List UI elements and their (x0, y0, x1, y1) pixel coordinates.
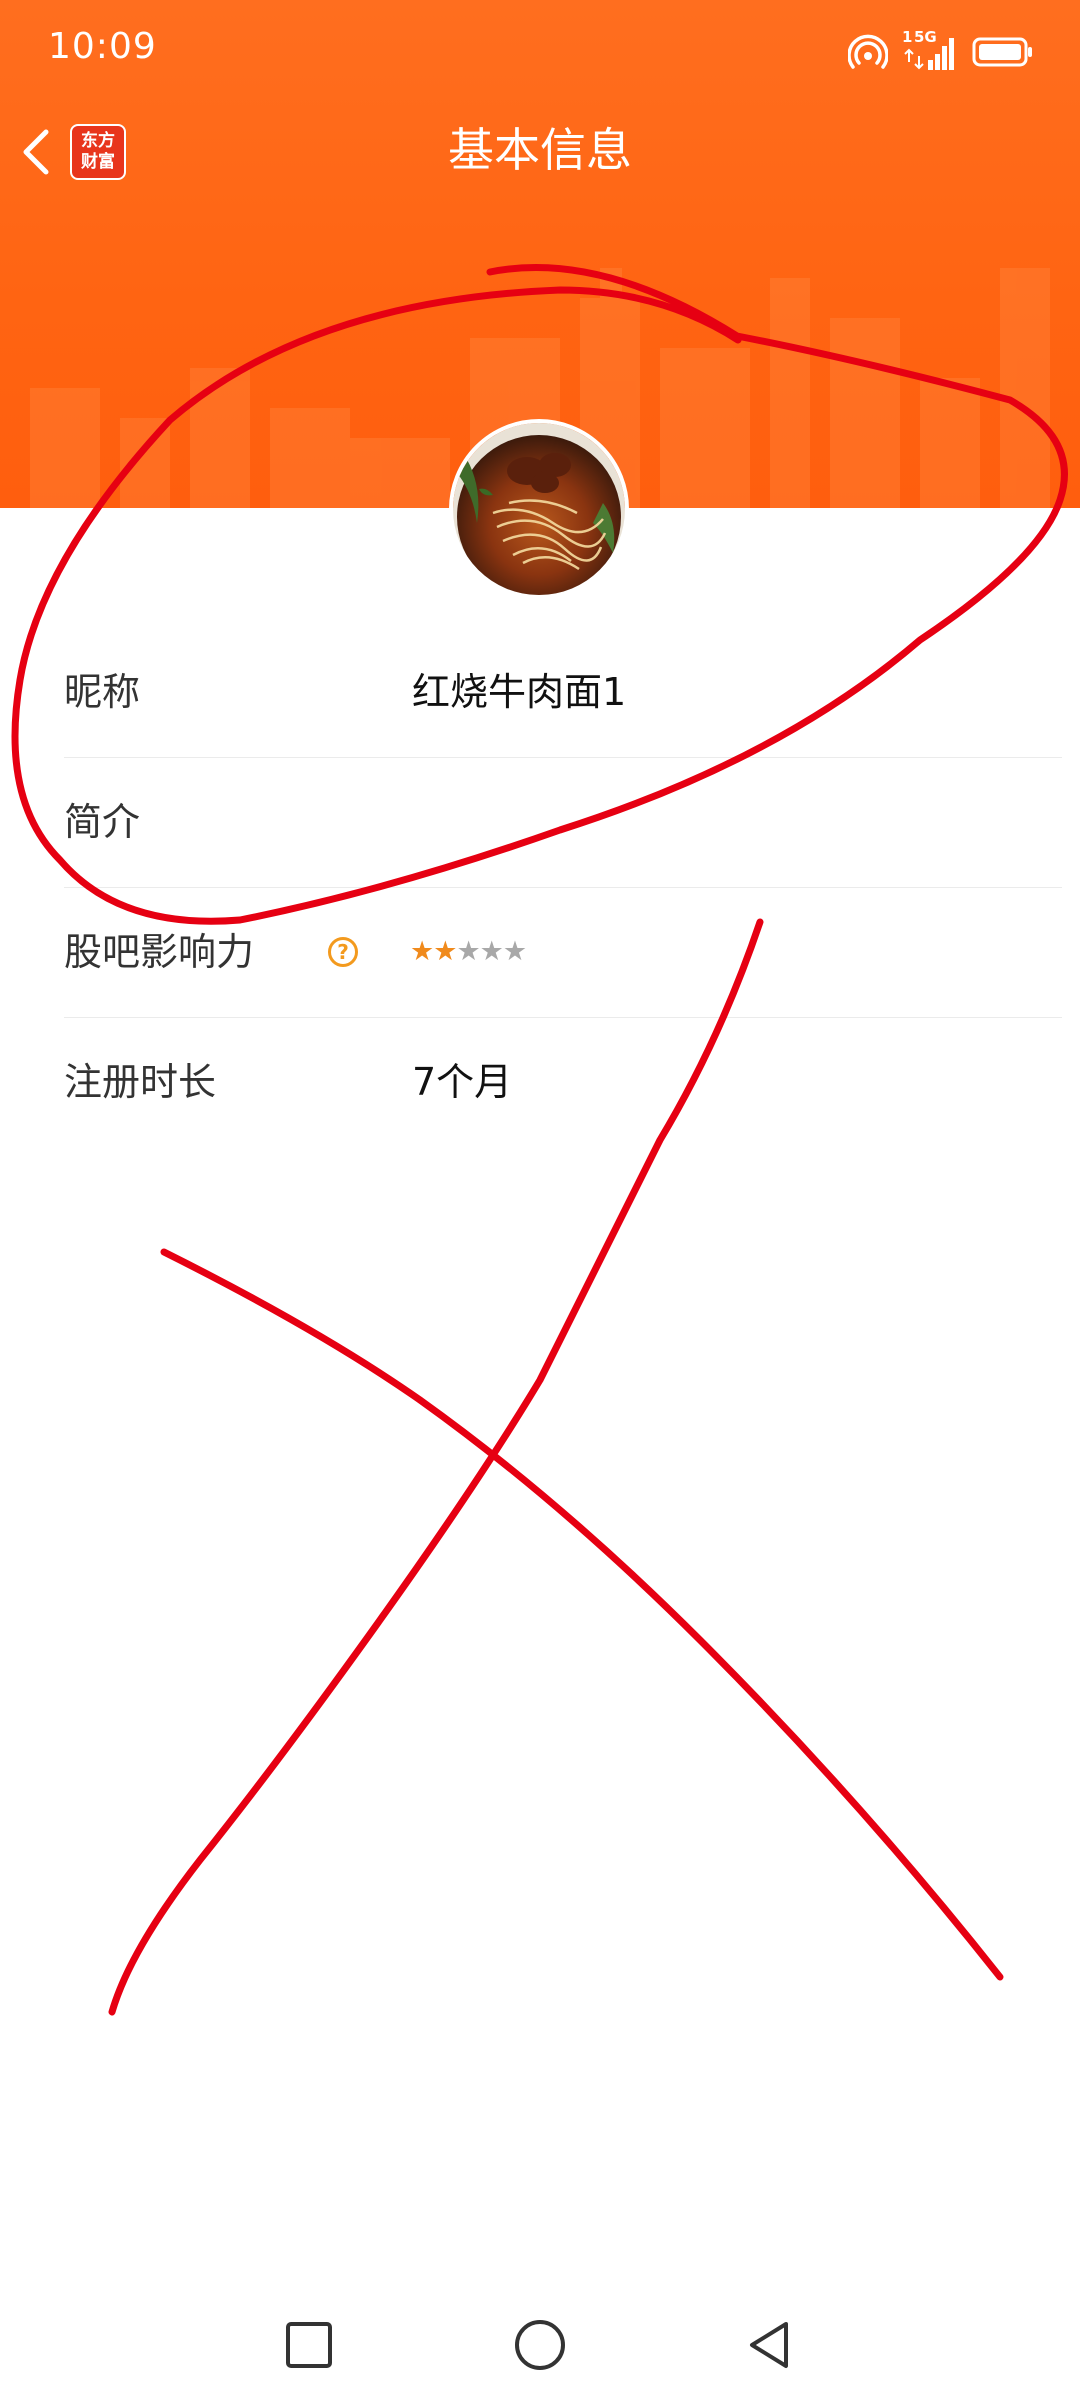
influence-label: 股吧影响力 (64, 930, 255, 974)
top-navigation-bar: 基本信息 东方 财富 (0, 100, 1080, 200)
status-bar: 10:09 1 5G (0, 0, 1080, 100)
circle-home-icon (515, 2320, 565, 2370)
triangle-back-icon (750, 2322, 788, 2368)
beef-noodle-photo (453, 423, 625, 595)
nickname-row[interactable]: 昵称 红烧牛肉面1 (64, 628, 1062, 758)
home-button[interactable] (505, 2310, 575, 2380)
star-filled-icon: ★ (410, 936, 434, 967)
profile-basic-info-page: 10:09 1 5G 基本信息 东方 财富 昵称 红烧牛肉面1 简介 股吧影响力… (0, 0, 1080, 2400)
recents-button[interactable] (274, 2310, 344, 2380)
register-duration-value: 7个月 (412, 1060, 513, 1104)
nickname-label: 昵称 (64, 670, 141, 714)
question-circle-icon[interactable]: ? (328, 937, 358, 967)
square-recents-icon (286, 2322, 332, 2368)
star-empty-icon: ★ (456, 936, 480, 967)
register-duration-label: 注册时长 (64, 1060, 217, 1104)
app-logo-line1: 东方 (81, 131, 115, 151)
annotation-cross-stroke-2 (160, 1248, 1004, 1981)
star-empty-icon: ★ (502, 936, 527, 967)
signal-icon: 1 5G (902, 28, 958, 72)
register-duration-row: 注册时长 7个月 (64, 1018, 1062, 1147)
profile-info-list: 昵称 红烧牛肉面1 简介 股吧影响力 ? ★★★★★ 注册时长 7个月 (0, 628, 1080, 1147)
star-filled-icon: ★ (433, 936, 457, 967)
avatar[interactable] (449, 419, 629, 599)
star-empty-icon: ★ (479, 936, 504, 967)
status-icons: 1 5G (848, 28, 1034, 74)
bio-label: 简介 (64, 800, 141, 844)
hotspot-icon (848, 34, 888, 69)
system-back-button[interactable] (734, 2310, 804, 2380)
bio-row[interactable]: 简介 (64, 758, 1062, 888)
status-time: 10:09 (48, 26, 157, 67)
chevron-left-icon (23, 129, 49, 175)
system-navigation-bar (0, 2290, 1080, 2400)
nickname-value: 红烧牛肉面1 (412, 670, 627, 714)
influence-star-rating: ★★★★★ (410, 888, 527, 1016)
back-button[interactable]: 东方 财富 (16, 116, 146, 188)
influence-row: 股吧影响力 ? ★★★★★ (64, 888, 1062, 1018)
page-title: 基本信息 (448, 123, 632, 177)
app-logo-line2: 财富 (81, 152, 115, 172)
battery-icon (972, 37, 1032, 67)
app-logo: 东方 财富 (70, 124, 126, 180)
